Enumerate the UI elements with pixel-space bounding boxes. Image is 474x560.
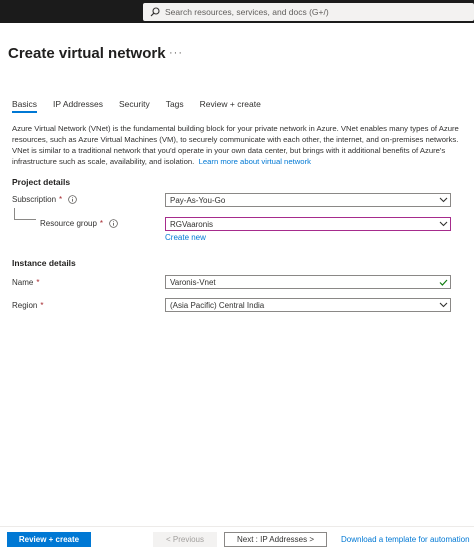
resource-group-label: Resource group * [40, 219, 118, 228]
region-label: Region * [12, 301, 43, 310]
footer-divider [0, 526, 474, 527]
required-marker: * [36, 278, 40, 287]
vnet-name-input[interactable]: Varonis-Vnet [165, 275, 451, 289]
name-label: Name * [12, 278, 39, 287]
chevron-down-icon [436, 197, 450, 203]
tab-bar: Basics IP Addresses Security Tags Review… [12, 99, 277, 113]
region-dropdown[interactable]: (Asia Pacific) Central India [165, 298, 451, 312]
project-details-heading: Project details [12, 177, 71, 187]
required-marker: * [40, 301, 44, 310]
subscription-label-text: Subscription [12, 195, 57, 204]
subscription-dropdown[interactable]: Pay-As-You-Go [165, 193, 451, 207]
global-search-box[interactable]: Search resources, services, and docs (G+… [143, 3, 474, 21]
page-title: Create virtual network [8, 45, 166, 62]
next-ip-addresses-button[interactable]: Next : IP Addresses > [224, 532, 327, 547]
search-placeholder: Search resources, services, and docs (G+… [165, 7, 329, 17]
required-marker: * [59, 195, 63, 204]
required-marker: * [99, 219, 104, 228]
region-label-text: Region [12, 301, 38, 310]
tab-review-create[interactable]: Review + create [200, 99, 261, 113]
vnet-description: Azure Virtual Network (VNet) is the fund… [12, 123, 464, 167]
top-bar: Search resources, services, and docs (G+… [0, 0, 474, 23]
learn-more-link[interactable]: Learn more about virtual network [199, 157, 311, 166]
download-template-link[interactable]: Download a template for automation [341, 535, 470, 544]
checkmark-icon [436, 279, 450, 286]
tab-tags[interactable]: Tags [166, 99, 184, 113]
resource-group-dropdown[interactable]: RGVaaronis [165, 217, 451, 231]
vnet-name-value: Varonis-Vnet [170, 277, 216, 287]
resource-group-value: RGVaaronis [170, 219, 213, 229]
info-icon[interactable] [109, 219, 118, 228]
info-icon[interactable] [68, 195, 77, 204]
tab-ip-addresses[interactable]: IP Addresses [53, 99, 103, 113]
review-create-button[interactable]: Review + create [7, 532, 91, 547]
hierarchy-connector [14, 208, 36, 220]
create-new-resource-group-link[interactable]: Create new [165, 233, 206, 242]
region-value: (Asia Pacific) Central India [170, 300, 265, 310]
chevron-down-icon [436, 302, 450, 308]
chevron-down-icon [436, 221, 450, 227]
instance-details-heading: Instance details [12, 258, 76, 268]
tab-basics[interactable]: Basics [12, 99, 38, 113]
resource-group-label-text: Resource group [40, 219, 97, 228]
previous-button[interactable]: < Previous [153, 532, 217, 547]
search-icon [150, 7, 160, 17]
subscription-label: Subscription * [12, 195, 77, 204]
tab-security[interactable]: Security [119, 99, 150, 113]
subscription-value: Pay-As-You-Go [170, 195, 226, 205]
more-options-icon[interactable]: ··· [169, 47, 183, 59]
name-label-text: Name [12, 278, 34, 287]
